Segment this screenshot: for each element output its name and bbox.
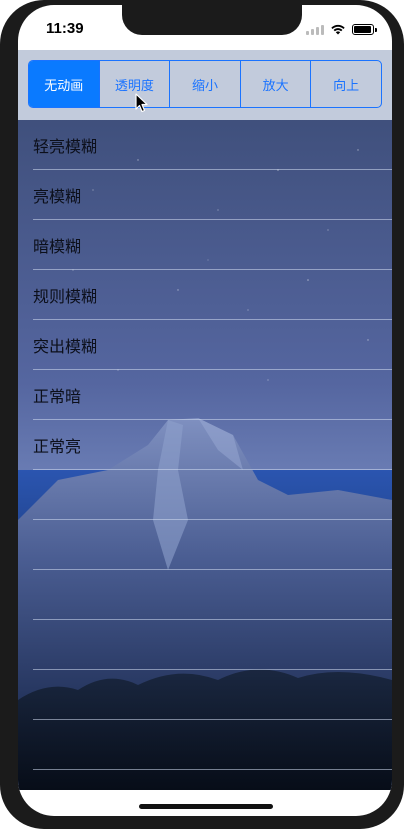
status-icons <box>306 23 377 35</box>
list-item[interactable] <box>33 470 392 520</box>
list-item[interactable]: 规则模糊 <box>33 270 392 320</box>
list-item[interactable]: 暗模糊 <box>33 220 392 270</box>
battery-icon <box>352 23 377 35</box>
list-item-label: 规则模糊 <box>33 286 98 306</box>
list-item-label: 轻亮模糊 <box>33 136 98 156</box>
wifi-icon <box>331 24 345 35</box>
home-indicator <box>139 804 273 809</box>
segment-enlarge[interactable]: 放大 <box>239 61 311 107</box>
list-item[interactable]: 正常亮 <box>33 420 392 470</box>
list-item[interactable] <box>33 570 392 620</box>
notch <box>122 5 302 35</box>
segment-opacity[interactable]: 透明度 <box>98 61 170 107</box>
list-item[interactable] <box>33 620 392 670</box>
content-area: 轻亮模糊 亮模糊 暗模糊 规则模糊 突出模糊 正常暗 正常亮 无动画 透明度 缩… <box>18 50 392 790</box>
list-item[interactable] <box>33 670 392 720</box>
segment-up[interactable]: 向上 <box>310 61 381 107</box>
list-item[interactable] <box>33 720 392 770</box>
list-item-label: 突出模糊 <box>33 336 98 356</box>
list-item-label: 亮模糊 <box>33 186 82 206</box>
list-item[interactable]: 轻亮模糊 <box>33 120 392 170</box>
mouse-pointer-icon <box>135 93 148 113</box>
list-item[interactable]: 亮模糊 <box>33 170 392 220</box>
list-item-label: 暗模糊 <box>33 236 82 256</box>
list-item[interactable]: 正常暗 <box>33 370 392 420</box>
segment-no-animation[interactable]: 无动画 <box>29 61 99 107</box>
list-item[interactable]: 突出模糊 <box>33 320 392 370</box>
segment-shrink[interactable]: 缩小 <box>169 61 240 107</box>
screen: 11:39 轻亮模糊 亮模糊 暗模糊 规则模糊 突出模糊 正常暗 正常亮 无动画… <box>18 5 392 816</box>
list-item-label: 正常亮 <box>33 436 82 456</box>
cellular-signal-icon <box>306 24 324 35</box>
list-item-label: 正常暗 <box>33 386 82 406</box>
animation-segmented-control: 无动画 透明度 缩小 放大 向上 <box>28 60 382 108</box>
device-frame: 11:39 轻亮模糊 亮模糊 暗模糊 规则模糊 突出模糊 正常暗 正常亮 无动画… <box>0 0 404 829</box>
effects-list: 轻亮模糊 亮模糊 暗模糊 规则模糊 突出模糊 正常暗 正常亮 <box>18 120 392 770</box>
status-time: 11:39 <box>46 20 84 37</box>
segment-bar: 无动画 透明度 缩小 放大 向上 <box>18 50 392 120</box>
list-item[interactable] <box>33 520 392 570</box>
